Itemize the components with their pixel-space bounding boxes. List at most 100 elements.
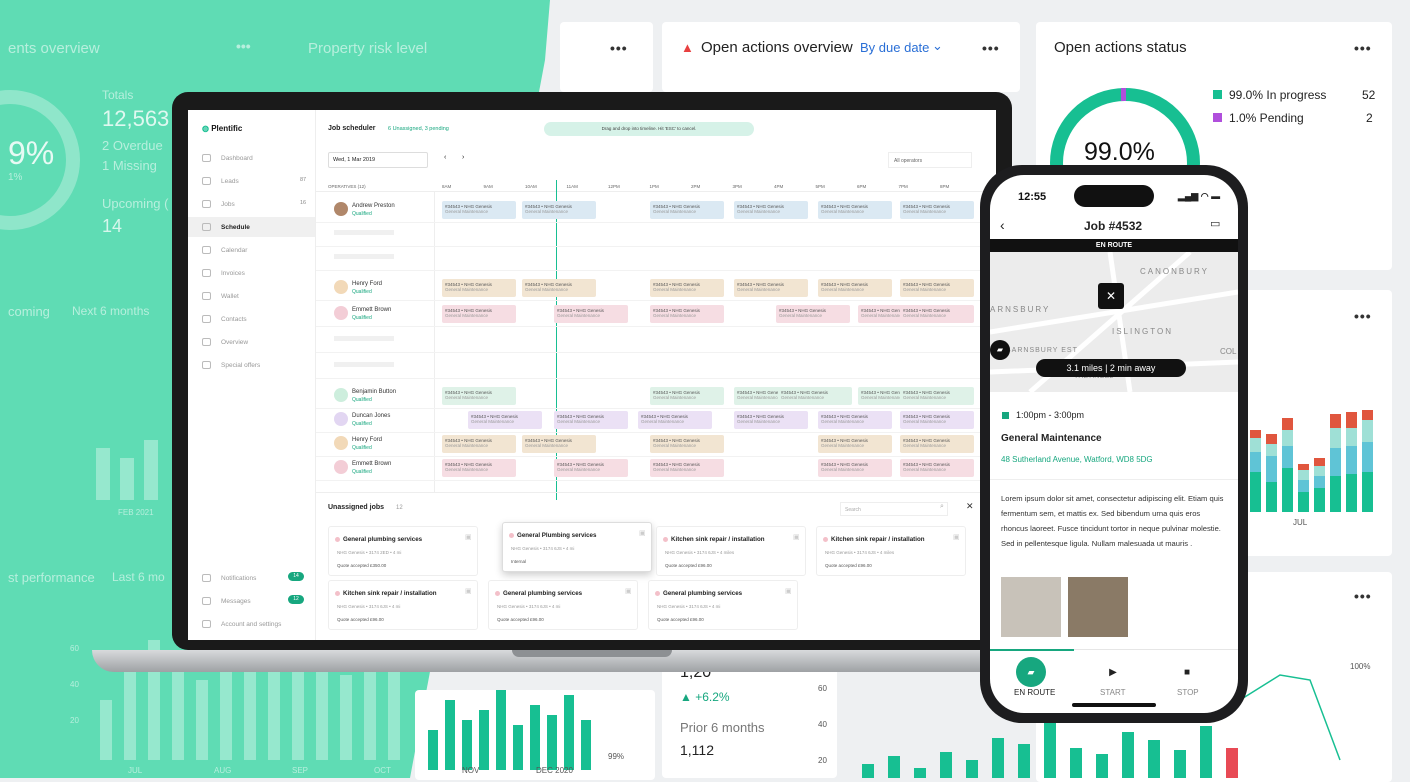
date-picker[interactable]: Wed, 1 Mar 2019	[328, 152, 428, 168]
schedule-block[interactable]: #34543 • NHG Genesis General Maintenance	[442, 387, 516, 405]
sidebar-item[interactable]: Account and settings	[202, 620, 281, 628]
chevron-down-icon[interactable]: ⌄	[932, 38, 943, 54]
schedule-block[interactable]: #34543 • NHG Genesis General Maintenance	[442, 435, 516, 453]
tools-pin-icon[interactable]: ✕	[1098, 283, 1124, 309]
start-button[interactable]: ▶	[1098, 657, 1128, 687]
job-photo-pipes[interactable]	[1068, 577, 1128, 637]
sidebar-item[interactable]: Schedule	[202, 223, 250, 231]
sidebar-item[interactable]: Calendar	[202, 246, 247, 254]
schedule-block[interactable]: #34543 • NHG Genesis General Maintenance	[442, 305, 516, 323]
events-more-icon[interactable]: •••	[236, 38, 251, 54]
schedule-block[interactable]: #34543 • NHG Genesis General Maintenance	[522, 279, 596, 297]
schedule-block[interactable]: #34543 • NHG Genesis General Maintenance	[900, 201, 974, 219]
job-card[interactable]: General Plumbing services NHG Genesis • 3…	[502, 522, 652, 572]
job-address[interactable]: 48 Sutherland Avenue, Watford, WD8 5DG	[1001, 455, 1153, 464]
more-icon[interactable]: •••	[1354, 308, 1372, 324]
stop-button[interactable]: ■	[1172, 657, 1202, 687]
more-icon[interactable]: •••	[610, 40, 628, 56]
schedule-block[interactable]: #34543 • NHG Genesis General Maintenance	[650, 387, 724, 405]
operative-status: Qualified	[352, 289, 372, 295]
sidebar-item[interactable]: Dashboard	[202, 154, 253, 162]
sidebar-item[interactable]: Messages	[202, 597, 251, 605]
sidebar-item[interactable]: Jobs	[202, 200, 235, 208]
calendar-icon[interactable]: ▣	[785, 587, 792, 595]
prev-day-icon[interactable]: ‹	[444, 154, 446, 161]
schedule-block[interactable]: #34543 • NHG Genesis General Maintenance	[900, 279, 974, 297]
sidebar-item[interactable]: Overview	[202, 338, 248, 346]
due-date-filter[interactable]: By due date	[860, 40, 929, 55]
more-icon[interactable]: •••	[982, 40, 1000, 56]
sidebar-item[interactable]: Invoices	[202, 269, 245, 277]
schedule-block[interactable]: #34543 • NHG Genesis General Maintenance	[734, 279, 808, 297]
calendar-icon[interactable]: ▣	[953, 533, 960, 541]
job-photo-tap[interactable]	[1001, 577, 1061, 637]
schedule-block[interactable]: #34543 • NHG Genesis General Maintenance	[468, 411, 542, 429]
calendar-icon[interactable]: ▣	[465, 533, 472, 541]
enroute-button[interactable]: ▰	[1016, 657, 1046, 687]
next-day-icon[interactable]: ›	[462, 154, 464, 161]
schedule-block[interactable]: #34543 • NHG Genesis General Maintenance	[522, 201, 596, 219]
job-card[interactable]: Kitchen sink repair / installation NHG Ge…	[656, 526, 806, 576]
schedule-block[interactable]: #34543 • NHG Genesis General Maintenance	[650, 435, 724, 453]
schedule-block[interactable]: #34543 • NHG Genesis General Maintenance	[900, 435, 974, 453]
avatar	[334, 412, 348, 426]
schedule-block[interactable]: #34543 • NHG Genesis General Maintenance	[442, 201, 516, 219]
schedule-block[interactable]: #34543 • NHG Genesis General Maintenance	[650, 459, 724, 477]
job-card[interactable]: Kitchen sink repair / installation NHG Ge…	[328, 580, 478, 630]
schedule-block[interactable]: #34543 • NHG Genesis General Maintenance	[818, 435, 892, 453]
schedule-block[interactable]: #34543 • NHG Genesis General Maintenance	[778, 387, 852, 405]
sidebar-item[interactable]: Leads	[202, 177, 239, 185]
calendar-icon[interactable]: ▣	[639, 529, 646, 537]
upcoming-filter[interactable]: Next 6 months	[72, 304, 149, 318]
job-card[interactable]: General plumbing services NHG Genesis • 3…	[328, 526, 478, 576]
performance-filter[interactable]: Last 6 mo	[112, 570, 165, 584]
schedule-block[interactable]: #34543 • NHG Genesis General Maintenance	[554, 459, 628, 477]
stacked-segment	[1362, 410, 1373, 420]
more-icon[interactable]: •••	[1354, 588, 1372, 604]
schedule-block[interactable]: #34543 • NHG Genesis General Maintenance	[900, 305, 974, 323]
operative-status: Qualified	[352, 445, 372, 451]
schedule-block[interactable]: #34543 • NHG Genesis General Maintenance	[818, 279, 892, 297]
schedule-block[interactable]: #34543 • NHG Genesis General Maintenance	[442, 279, 516, 297]
schedule-block[interactable]: #34543 • NHG Genesis General Maintenance	[776, 305, 850, 323]
back-chevron-icon[interactable]: ‹	[1000, 217, 1005, 233]
line-chart-pct: 100%	[1350, 662, 1371, 671]
job-card[interactable]: General plumbing services NHG Genesis • 3…	[488, 580, 638, 630]
schedule-block[interactable]: #34543 • NHG Genesis General Maintenance	[554, 305, 628, 323]
calendar-icon[interactable]: ▣	[465, 587, 472, 595]
calendar-icon[interactable]: ▣	[625, 587, 632, 595]
job-card[interactable]: Kitchen sink repair / installation NHG Ge…	[816, 526, 966, 576]
schedule-block[interactable]: #34543 • NHG Genesis General Maintenance	[650, 305, 724, 323]
schedule-block[interactable]: #34543 • NHG Genesis General Maintenance	[900, 387, 974, 405]
row-divider	[316, 300, 996, 301]
upcoming-title: coming	[8, 304, 50, 319]
jobs-search-input[interactable]: Search	[840, 502, 948, 516]
schedule-block[interactable]: #34543 • NHG Genesis General Maintenance	[818, 411, 892, 429]
schedule-block[interactable]: #34543 • NHG Genesis General Maintenance	[650, 279, 724, 297]
schedule-block[interactable]: #34543 • NHG Genesis General Maintenance	[900, 459, 974, 477]
schedule-block[interactable]: #34543 • NHG Genesis General Maintenance	[442, 459, 516, 477]
schedule-block[interactable]: #34543 • NHG Genesis General Maintenance	[554, 411, 628, 429]
job-card[interactable]: General plumbing services NHG Genesis • 3…	[648, 580, 798, 630]
schedule-block[interactable]: #34543 • NHG Genesis General Maintenance	[734, 411, 808, 429]
more-icon[interactable]: •••	[1354, 40, 1372, 56]
schedule-block[interactable]: #34543 • NHG Genesis General Maintenance	[818, 459, 892, 477]
schedule-block[interactable]: #34543 • NHG Genesis General Maintenance	[638, 411, 712, 429]
sidebar-item[interactable]: Contacts	[202, 315, 247, 323]
schedule-block[interactable]: #34543 • NHG Genesis General Maintenance	[522, 435, 596, 453]
schedule-block[interactable]: #34543 • NHG Genesis General Maintenance	[818, 201, 892, 219]
calendar-icon[interactable]: ▣	[793, 533, 800, 541]
schedule-block[interactable]: #34543 • NHG Genesis General Maintenance	[650, 201, 724, 219]
sidebar-item[interactable]: Wallet	[202, 292, 239, 300]
close-icon[interactable]: ✕	[966, 501, 974, 512]
schedule-block[interactable]: #34543 • NHG Genesis General Maintenance	[900, 411, 974, 429]
schedule-block[interactable]: #34543 • NHG Genesis General Maintenance	[734, 201, 808, 219]
operative-status: Qualified	[352, 211, 372, 217]
operators-select[interactable]: All operators	[888, 152, 972, 168]
block-sub: General Maintenance	[903, 209, 947, 214]
upcoming-value: 14	[102, 216, 123, 236]
chat-icon[interactable]: ▭	[1210, 217, 1220, 230]
sidebar-item[interactable]: Special offers	[202, 361, 260, 369]
bottom-bar	[1018, 744, 1030, 778]
sidebar-item[interactable]: Notifications	[202, 574, 256, 582]
